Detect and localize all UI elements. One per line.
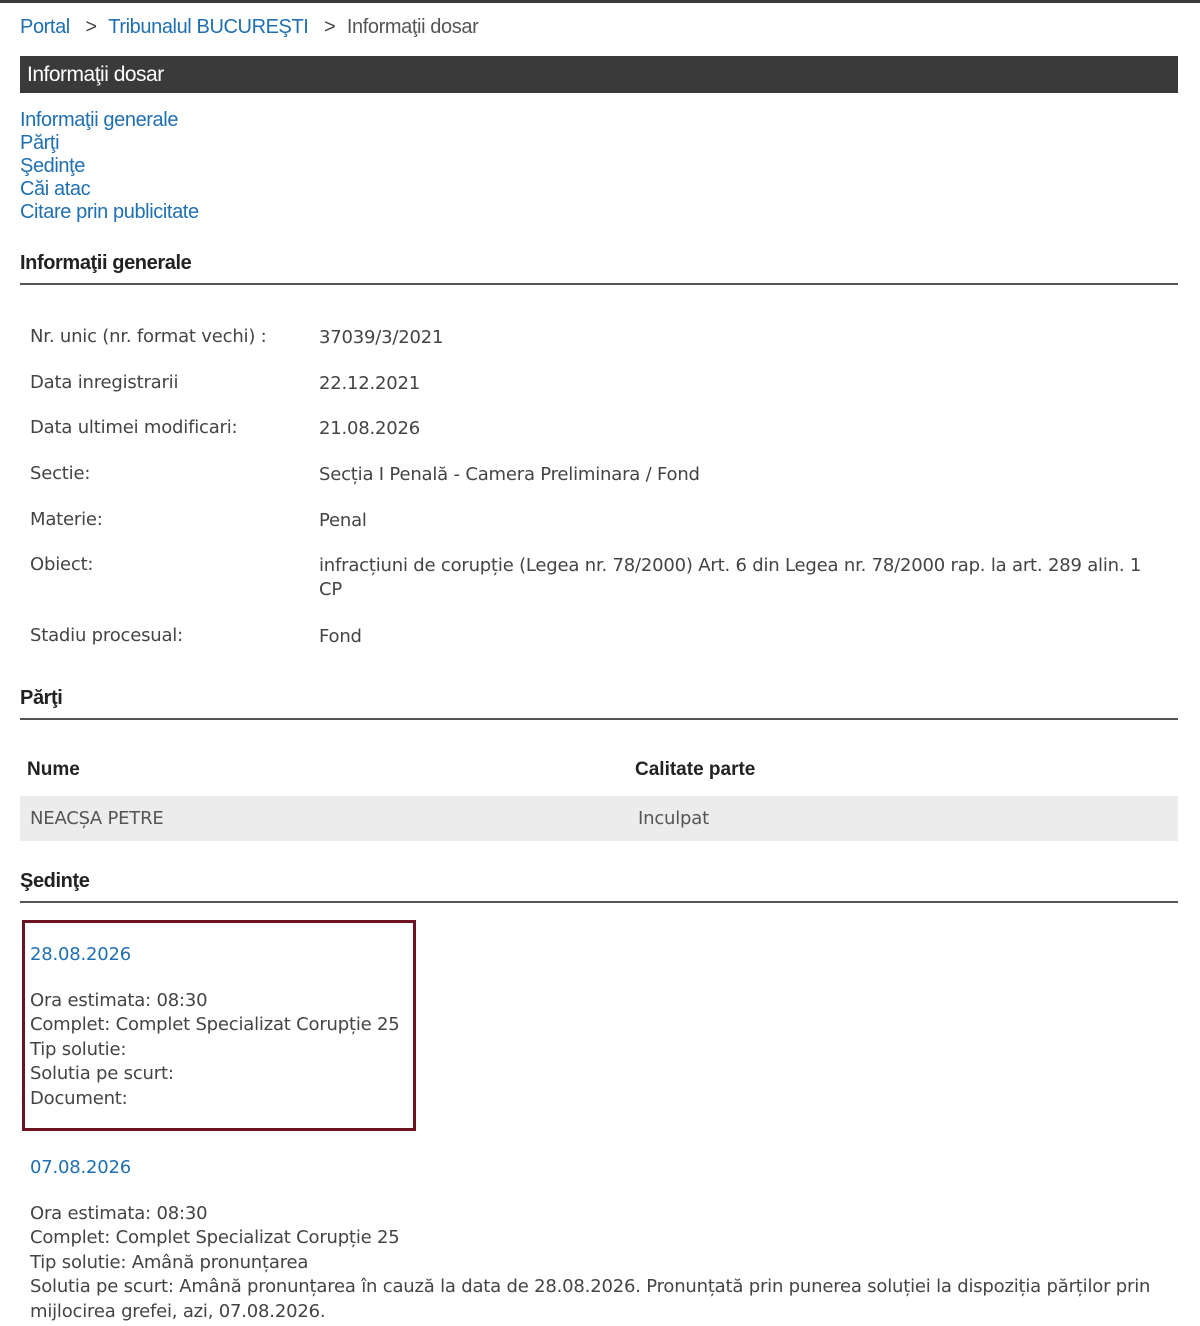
table-row: NEACȘA PETRE Inculpat [20,796,1178,841]
sedinta-tip-solutie: Tip solutie: [30,1038,127,1060]
parti-table-header: Nume Calitate parte [20,753,1178,793]
section-heading-sedinte: Şedinţe [20,870,1178,903]
sedinta-date: 07.08.2026 [30,1157,132,1178]
info-value: 37039/3/2021 [319,327,444,348]
info-label: Data inregistrarii [30,372,179,393]
sedinta-ora: Ora estimata: 08:30 [30,1202,208,1224]
sedinta-document: Document: [30,1087,128,1109]
info-label: Obiect: [30,554,94,575]
info-label: Sectie: [30,463,91,484]
breadcrumb-current: Informaţii dosar [346,16,479,38]
cell-nume: NEACȘA PETRE [30,808,164,829]
info-value: Secția I Penală - Camera Preliminara / F… [319,464,700,485]
sedinta-item: 07.08.2026 Ora estimata: 08:30 Complet: … [30,1156,1170,1324]
section-heading-parti: Părţi [20,687,1178,720]
nav-link-cai-atac[interactable]: Căi atac [20,178,199,201]
page-title-bar: Informaţii dosar [20,56,1178,93]
info-value: Fond [319,626,362,647]
sedinta-solutie: Solutia pe scurt: [30,1063,174,1084]
breadcrumb: Portal > Tribunalul BUCUREŞTI > Informaţ… [20,16,479,39]
breadcrumb-separator: > [324,16,336,38]
breadcrumb-tribunal-link[interactable]: Tribunalul BUCUREŞTI [108,16,309,38]
sedinta-complet: Complet: Complet Specializat Corupție 25 [30,1227,400,1248]
info-value: 21.08.2026 [319,418,421,439]
info-value: infracțiuni de corupție (Legea nr. 78/20… [319,555,1142,600]
section-heading-informatii-generale: Informaţii generale [20,252,1178,285]
breadcrumb-portal-link[interactable]: Portal [20,16,70,38]
sedinta-ora: Ora estimata: 08:30 [30,989,208,1011]
info-label: Nr. unic (nr. format vechi) : [30,326,267,347]
nav-link-sedinte[interactable]: Şedinţe [20,155,199,178]
nav-link-parti[interactable]: Părţi [20,132,199,155]
info-value: 22.12.2021 [319,373,421,394]
info-value: Penal [319,510,367,531]
cell-calitate: Inculpat [638,808,709,829]
nav-link-informatii-generale[interactable]: Informaţii generale [20,109,199,132]
column-header-nume: Nume [27,759,80,780]
nav-link-citare-prin-publicitate[interactable]: Citare prin publicitate [20,201,199,224]
sedinta-complet: Complet: Complet Specializat Corupție 25 [30,1014,400,1035]
section-nav: Informaţii generale Părţi Şedinţe Căi at… [20,109,199,224]
sedinta-item: 28.08.2026 Ora estimata: 08:30 Complet: … [30,943,400,1111]
breadcrumb-separator: > [85,16,97,38]
info-label: Data ultimei modificari: [30,417,238,438]
sedinta-date: 28.08.2026 [30,944,132,965]
info-label: Materie: [30,509,103,530]
info-label: Stadiu procesual: [30,625,183,646]
column-header-calitate-parte: Calitate parte [635,759,756,780]
sedinta-solutie: Solutia pe scurt: Amână pronunțarea în c… [30,1276,1151,1322]
sedinta-tip-solutie: Tip solutie: Amână pronunțarea [30,1251,309,1273]
